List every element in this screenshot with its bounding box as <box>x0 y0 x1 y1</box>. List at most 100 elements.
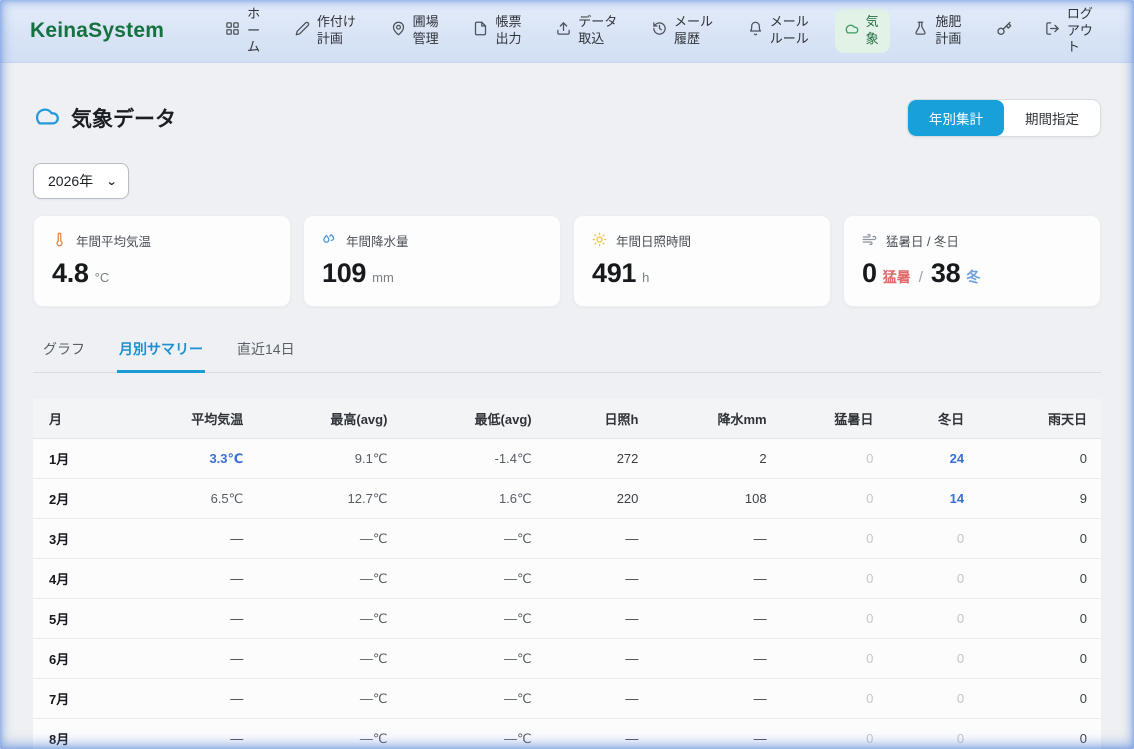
year-select-value: 2026年 <box>48 171 93 191</box>
nav-item-label: 圃場管理 <box>413 14 441 48</box>
column-header: 雨天日 <box>978 399 1101 439</box>
value-cell: — <box>546 639 653 679</box>
page-title: 気象データ <box>33 102 176 135</box>
table-row: 7月——℃—℃——000 <box>33 679 1101 719</box>
nav-item-label: 帳票出力 <box>495 14 523 48</box>
cloud-icon <box>33 102 60 135</box>
column-header: 日照h <box>546 399 653 439</box>
month-cell: 7月 <box>33 679 129 719</box>
value-cell: — <box>129 519 257 559</box>
nav-item-logout[interactable]: ログアウト <box>1036 1 1104 62</box>
monthly-summary-table-wrap: 月平均気温最高(avg)最低(avg)日照h降水mm猛暑日冬日雨天日 1月3.3… <box>33 399 1101 749</box>
card-label-text: 年間降水量 <box>346 231 409 250</box>
nav-item-planting-plan[interactable]: 作付け計画 <box>286 9 367 53</box>
app-window: KeinaSystem ホーム 作付け計画 圃場管理 <box>0 0 1134 749</box>
value-cell: 108 <box>652 479 780 519</box>
value-cell: — <box>129 639 257 679</box>
value-cell: —℃ <box>401 519 545 559</box>
history-clock-icon <box>652 21 667 41</box>
tab-monthly-summary[interactable]: 月別サマリー <box>117 330 205 373</box>
value-cell: 0 <box>887 599 978 639</box>
table-row: 8月——℃—℃——000 <box>33 719 1101 749</box>
nav-item-fertilizer-plan[interactable]: 施肥計画 <box>904 9 972 53</box>
table-row: 2月6.5℃12.7℃1.6℃2201080149 <box>33 479 1101 519</box>
value-cell: 0 <box>781 639 888 679</box>
card-annual-sunshine: 年間日照時間 491 h <box>573 215 831 307</box>
map-pin-icon <box>391 21 406 41</box>
top-navigation: KeinaSystem ホーム 作付け計画 圃場管理 <box>0 0 1134 63</box>
card-value: 109 <box>322 258 366 289</box>
nav-item-label: 作付け計画 <box>317 14 358 48</box>
value-cell: 0 <box>781 519 888 559</box>
nav-item-home[interactable]: ホーム <box>216 1 271 62</box>
value-cell: 2 <box>652 439 780 479</box>
cloud-icon <box>844 21 859 41</box>
value-cell: —℃ <box>401 599 545 639</box>
value-cell: — <box>652 639 780 679</box>
value-cell: — <box>129 679 257 719</box>
key-icon <box>996 21 1012 42</box>
card-avg-temperature: 年間平均気温 4.8 °C <box>33 215 291 307</box>
document-icon <box>473 21 488 41</box>
hot-days-label: 猛暑 <box>883 267 911 287</box>
value-cell: — <box>546 679 653 719</box>
card-hot-winter-days: 猛暑日 / 冬日 0 猛暑 / 38 冬 <box>843 215 1101 307</box>
value-cell: 0 <box>887 559 978 599</box>
card-unit: h <box>642 270 649 285</box>
value-cell: —℃ <box>257 639 401 679</box>
nav-item-mail-rules[interactable]: メールルール <box>739 9 820 53</box>
nav-item-field-management[interactable]: 圃場管理 <box>382 9 450 53</box>
thermometer-icon <box>52 232 67 250</box>
view-toggle: 年別集計 期間指定 <box>907 99 1101 137</box>
value-cell: —℃ <box>257 559 401 599</box>
value-cell: 0 <box>978 599 1101 639</box>
value-cell: — <box>546 559 653 599</box>
nav-menu: ホーム 作付け計画 圃場管理 帳票出力 <box>216 1 1104 62</box>
value-cell: 0 <box>887 719 978 749</box>
nav-item-label: メール履歴 <box>674 14 715 48</box>
card-value: 491 <box>592 258 636 289</box>
nav-item-data-import[interactable]: データ取込 <box>547 9 628 53</box>
nav-item-mail-history[interactable]: メール履歴 <box>643 9 724 53</box>
main-content: 気象データ 年別集計 期間指定 2026年 ⌄ 年間平均気温 <box>0 63 1134 749</box>
value-cell: 9.1℃ <box>257 439 401 479</box>
upload-icon <box>556 21 571 41</box>
value-cell: 0 <box>978 519 1101 559</box>
column-header: 降水mm <box>652 399 780 439</box>
logout-icon <box>1045 21 1060 41</box>
value-cell: — <box>129 559 257 599</box>
value-cell: 14 <box>887 479 978 519</box>
value-cell: —℃ <box>257 519 401 559</box>
table-row: 5月——℃—℃——000 <box>33 599 1101 639</box>
value-cell: 12.7℃ <box>257 479 401 519</box>
month-cell: 8月 <box>33 719 129 749</box>
tab-recent-14-days[interactable]: 直近14日 <box>235 330 297 373</box>
card-value: 4.8 <box>52 258 89 289</box>
value-cell: — <box>652 559 780 599</box>
value-cell: —℃ <box>401 559 545 599</box>
app-logo[interactable]: KeinaSystem <box>30 19 164 43</box>
sun-icon <box>592 232 607 250</box>
tab-graph[interactable]: グラフ <box>41 330 87 373</box>
column-header: 月 <box>33 399 129 439</box>
value-cell: 24 <box>887 439 978 479</box>
nav-item-key[interactable] <box>987 16 1021 47</box>
value-cell: 272 <box>546 439 653 479</box>
nav-item-weather[interactable]: 気象 <box>835 9 890 53</box>
period-select-button[interactable]: 期間指定 <box>1004 100 1100 136</box>
year-select[interactable]: 2026年 ⌄ <box>33 163 129 199</box>
value-cell: — <box>652 679 780 719</box>
yearly-summary-button[interactable]: 年別集計 <box>908 100 1004 136</box>
nav-item-report-output[interactable]: 帳票出力 <box>464 9 532 53</box>
value-cell: 0 <box>781 439 888 479</box>
nav-item-label: メールルール <box>770 14 811 48</box>
table-row: 4月——℃—℃——000 <box>33 559 1101 599</box>
value-cell: 0 <box>887 639 978 679</box>
value-cell: 9 <box>978 479 1101 519</box>
column-header: 最高(avg) <box>257 399 401 439</box>
card-unit: mm <box>372 270 394 285</box>
value-cell: —℃ <box>257 599 401 639</box>
nav-item-label: ホーム <box>247 6 262 57</box>
pencil-icon <box>295 21 310 41</box>
nav-item-label: データ取込 <box>578 14 619 48</box>
